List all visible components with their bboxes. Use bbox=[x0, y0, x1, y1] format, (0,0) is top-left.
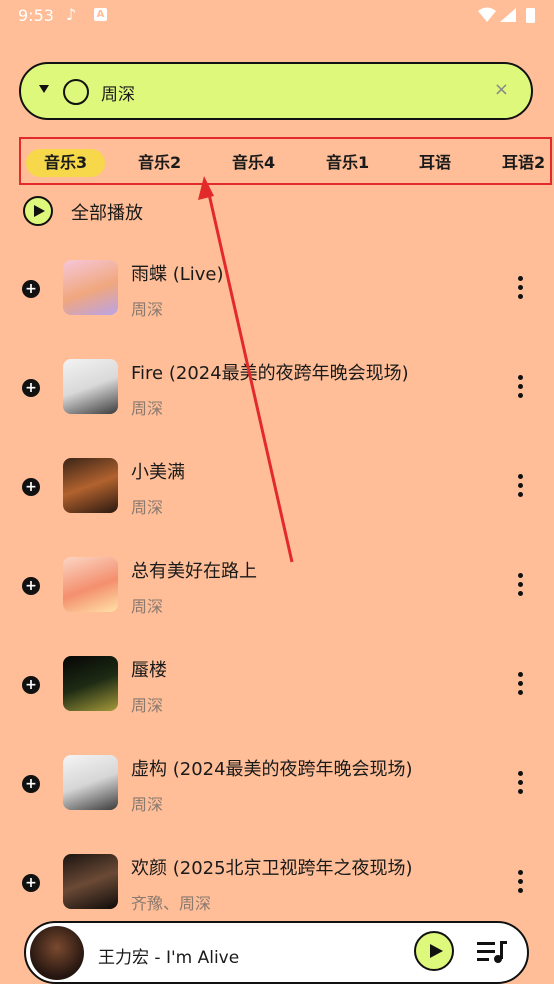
more-vert-icon[interactable] bbox=[518, 771, 524, 798]
album-cover bbox=[63, 260, 118, 315]
clear-icon[interactable]: × bbox=[494, 79, 509, 100]
album-cover bbox=[63, 656, 118, 711]
song-title: 小美满 bbox=[131, 462, 185, 483]
add-icon[interactable]: + bbox=[22, 379, 40, 397]
more-vert-icon[interactable] bbox=[518, 474, 524, 501]
song-artist: 齐豫、周深 bbox=[131, 894, 212, 913]
status-bar: 9:53 ♪ A bbox=[0, 0, 554, 32]
add-icon[interactable]: + bbox=[22, 775, 40, 793]
play-icon[interactable] bbox=[23, 196, 53, 226]
album-cover bbox=[63, 557, 118, 612]
song-item[interactable]: + 虚构 (2024最美的夜跨年晚会现场) 周深 bbox=[0, 755, 554, 835]
wifi-icon bbox=[478, 7, 496, 22]
add-icon[interactable]: + bbox=[22, 577, 40, 595]
tab-music2[interactable]: 音乐2 bbox=[138, 149, 181, 177]
add-icon[interactable]: + bbox=[22, 676, 40, 694]
album-cover bbox=[63, 854, 118, 909]
song-artist: 周深 bbox=[131, 795, 164, 814]
song-title: 欢颜 (2025北京卫视跨年之夜现场) bbox=[131, 858, 413, 879]
album-cover bbox=[63, 755, 118, 810]
add-icon[interactable]: + bbox=[22, 280, 40, 298]
search-query[interactable]: 周深 bbox=[101, 80, 135, 105]
more-vert-icon[interactable] bbox=[518, 375, 524, 402]
dropdown-arrow-icon[interactable] bbox=[39, 85, 49, 93]
song-title: 总有美好在路上 bbox=[131, 561, 257, 582]
tab-whisper[interactable]: 耳语 bbox=[419, 149, 451, 177]
more-vert-icon[interactable] bbox=[518, 573, 524, 600]
add-icon[interactable]: + bbox=[22, 478, 40, 496]
battery-icon bbox=[526, 8, 535, 23]
song-item[interactable]: + 雨蝶 (Live) 周深 bbox=[0, 260, 554, 340]
status-time: 9:53 bbox=[18, 6, 54, 25]
play-icon[interactable] bbox=[414, 931, 454, 971]
status-icons bbox=[476, 6, 540, 24]
song-item[interactable]: + 蜃楼 周深 bbox=[0, 656, 554, 736]
add-icon[interactable]: + bbox=[22, 874, 40, 892]
song-item[interactable]: + Fire (2024最美的夜跨年晚会现场) 周深 bbox=[0, 359, 554, 439]
circle-icon bbox=[63, 79, 89, 105]
song-title: Fire (2024最美的夜跨年晚会现场) bbox=[131, 363, 409, 384]
playlist-icon[interactable] bbox=[476, 939, 508, 969]
song-artist: 周深 bbox=[131, 498, 164, 517]
search-bar[interactable]: 周深 × bbox=[19, 62, 533, 120]
song-artist: 周深 bbox=[131, 399, 164, 418]
song-title: 蜃楼 bbox=[131, 660, 167, 681]
song-item[interactable]: + 总有美好在路上 周深 bbox=[0, 557, 554, 637]
tab-bar: 音乐3 音乐2 音乐4 音乐1 耳语 耳语2 bbox=[19, 137, 552, 185]
player-title: 王力宏 - I'm Alive bbox=[98, 948, 240, 968]
song-artist: 周深 bbox=[131, 597, 164, 616]
song-artist: 周深 bbox=[131, 300, 164, 319]
play-all-label: 全部播放 bbox=[71, 203, 143, 224]
music-note-icon: ♪ bbox=[66, 5, 77, 24]
song-item[interactable]: + 小美满 周深 bbox=[0, 458, 554, 538]
tab-music3[interactable]: 音乐3 bbox=[26, 149, 106, 177]
song-title: 虚构 (2024最美的夜跨年晚会现场) bbox=[131, 759, 413, 780]
album-cover bbox=[63, 458, 118, 513]
more-vert-icon[interactable] bbox=[518, 672, 524, 699]
signal-icon bbox=[500, 8, 516, 22]
tab-music1[interactable]: 音乐1 bbox=[326, 149, 369, 177]
tab-music4[interactable]: 音乐4 bbox=[232, 149, 275, 177]
album-cover bbox=[63, 359, 118, 414]
song-artist: 周深 bbox=[131, 696, 164, 715]
song-title: 雨蝶 (Live) bbox=[131, 264, 224, 285]
more-vert-icon[interactable] bbox=[518, 276, 524, 303]
app-a-icon: A bbox=[94, 8, 107, 21]
more-vert-icon[interactable] bbox=[518, 870, 524, 897]
mini-player[interactable]: 王力宏 - I'm Alive bbox=[24, 921, 529, 984]
tab-whisper2[interactable]: 耳语2 bbox=[502, 149, 545, 177]
player-cover bbox=[30, 926, 84, 980]
